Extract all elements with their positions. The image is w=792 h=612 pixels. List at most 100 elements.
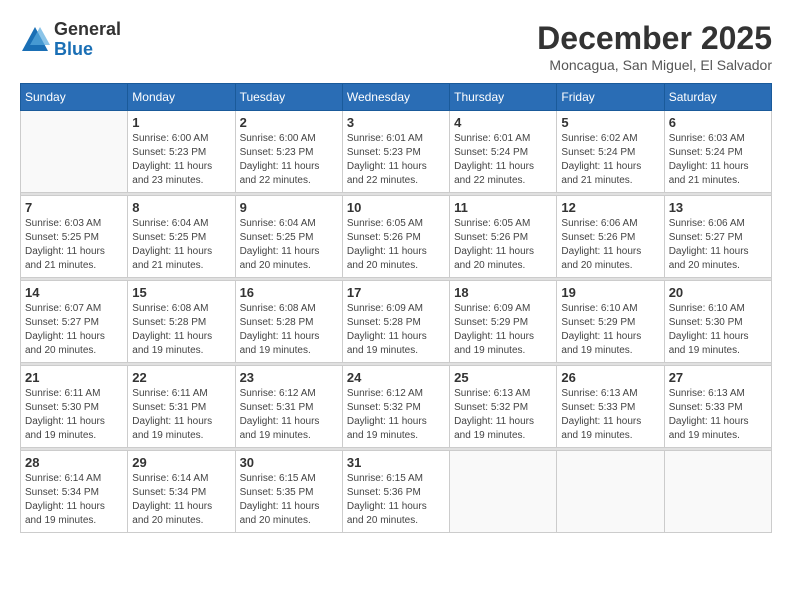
day-info: Sunrise: 6:03 AMSunset: 5:24 PMDaylight:… [669,132,767,188]
header-cell-tuesday: Tuesday [235,84,342,111]
day-cell: 11 Sunrise: 6:05 AMSunset: 5:26 PMDayligh… [450,196,557,278]
day-cell: 26 Sunrise: 6:13 AMSunset: 5:33 PMDayligh… [557,366,664,448]
day-info: Sunrise: 6:09 AMSunset: 5:29 PMDaylight:… [454,302,552,358]
header-cell-thursday: Thursday [450,84,557,111]
day-info: Sunrise: 6:12 AMSunset: 5:32 PMDaylight:… [347,387,445,443]
day-cell: 23 Sunrise: 6:12 AMSunset: 5:31 PMDayligh… [235,366,342,448]
day-number: 9 [240,200,338,215]
day-cell: 9 Sunrise: 6:04 AMSunset: 5:25 PMDaylight… [235,196,342,278]
day-number: 4 [454,115,552,130]
header-cell-monday: Monday [128,84,235,111]
header-cell-saturday: Saturday [664,84,771,111]
week-row-3: 14 Sunrise: 6:07 AMSunset: 5:27 PMDayligh… [21,281,772,363]
day-info: Sunrise: 6:13 AMSunset: 5:32 PMDaylight:… [454,387,552,443]
day-info: Sunrise: 6:01 AMSunset: 5:23 PMDaylight:… [347,132,445,188]
calendar-header: SundayMondayTuesdayWednesdayThursdayFrid… [21,84,772,111]
day-info: Sunrise: 6:02 AMSunset: 5:24 PMDaylight:… [561,132,659,188]
day-cell: 7 Sunrise: 6:03 AMSunset: 5:25 PMDaylight… [21,196,128,278]
logo-icon [20,25,50,55]
day-info: Sunrise: 6:04 AMSunset: 5:25 PMDaylight:… [132,217,230,273]
day-info: Sunrise: 6:07 AMSunset: 5:27 PMDaylight:… [25,302,123,358]
day-cell: 19Sunrise: 6:10 AMSunset: 5:29 PMDayligh… [557,281,664,363]
header-row: SundayMondayTuesdayWednesdayThursdayFrid… [21,84,772,111]
day-info: Sunrise: 6:00 AMSunset: 5:23 PMDaylight:… [240,132,338,188]
day-cell: 10 Sunrise: 6:05 AMSunset: 5:26 PMDayligh… [342,196,449,278]
day-cell: 16 Sunrise: 6:08 AMSunset: 5:28 PMDayligh… [235,281,342,363]
day-cell [450,451,557,533]
day-info: Sunrise: 6:06 AMSunset: 5:27 PMDaylight:… [669,217,767,273]
day-number: 30 [240,455,338,470]
day-cell: 31 Sunrise: 6:15 AMSunset: 5:36 PMDayligh… [342,451,449,533]
day-cell [664,451,771,533]
day-number: 31 [347,455,445,470]
logo-blue: Blue [54,40,121,60]
title-block: December 2025 Moncagua, San Miguel, El S… [537,20,772,73]
week-row-1: 1 Sunrise: 6:00 AMSunset: 5:23 PMDaylight… [21,111,772,193]
logo-text: General Blue [54,20,121,60]
day-cell: 25 Sunrise: 6:13 AMSunset: 5:32 PMDayligh… [450,366,557,448]
logo: General Blue [20,20,121,60]
location: Moncagua, San Miguel, El Salvador [537,57,772,73]
day-number: 20 [669,285,767,300]
day-info: Sunrise: 6:15 AMSunset: 5:36 PMDaylight:… [347,472,445,528]
day-cell: 20Sunrise: 6:10 AMSunset: 5:30 PMDayligh… [664,281,771,363]
day-number: 28 [25,455,123,470]
day-cell: 13 Sunrise: 6:06 AMSunset: 5:27 PMDayligh… [664,196,771,278]
day-cell: 29 Sunrise: 6:14 AMSunset: 5:34 PMDayligh… [128,451,235,533]
day-info: Sunrise: 6:05 AMSunset: 5:26 PMDaylight:… [454,217,552,273]
day-info: Sunrise: 6:09 AMSunset: 5:28 PMDaylight:… [347,302,445,358]
day-info: Sunrise: 6:10 AMSunset: 5:29 PMDaylight:… [561,302,659,358]
day-cell: 28 Sunrise: 6:14 AMSunset: 5:34 PMDayligh… [21,451,128,533]
day-number: 5 [561,115,659,130]
calendar-body: 1 Sunrise: 6:00 AMSunset: 5:23 PMDaylight… [21,111,772,533]
day-cell [557,451,664,533]
day-number: 18 [454,285,552,300]
day-number: 16 [240,285,338,300]
week-row-5: 28 Sunrise: 6:14 AMSunset: 5:34 PMDayligh… [21,451,772,533]
day-info: Sunrise: 6:14 AMSunset: 5:34 PMDaylight:… [132,472,230,528]
day-number: 27 [669,370,767,385]
day-number: 26 [561,370,659,385]
day-cell: 4 Sunrise: 6:01 AMSunset: 5:24 PMDaylight… [450,111,557,193]
header-cell-sunday: Sunday [21,84,128,111]
day-info: Sunrise: 6:03 AMSunset: 5:25 PMDaylight:… [25,217,123,273]
day-cell: 3Sunrise: 6:01 AMSunset: 5:23 PMDaylight… [342,111,449,193]
day-info: Sunrise: 6:05 AMSunset: 5:26 PMDaylight:… [347,217,445,273]
day-cell: 14 Sunrise: 6:07 AMSunset: 5:27 PMDayligh… [21,281,128,363]
day-cell: 22Sunrise: 6:11 AMSunset: 5:31 PMDayligh… [128,366,235,448]
day-number: 29 [132,455,230,470]
calendar: SundayMondayTuesdayWednesdayThursdayFrid… [20,83,772,533]
day-info: Sunrise: 6:08 AMSunset: 5:28 PMDaylight:… [240,302,338,358]
day-number: 10 [347,200,445,215]
day-info: Sunrise: 6:13 AMSunset: 5:33 PMDaylight:… [669,387,767,443]
day-cell: 21Sunrise: 6:11 AMSunset: 5:30 PMDayligh… [21,366,128,448]
week-row-4: 21Sunrise: 6:11 AMSunset: 5:30 PMDayligh… [21,366,772,448]
day-number: 25 [454,370,552,385]
day-number: 14 [25,285,123,300]
day-cell: 24Sunrise: 6:12 AMSunset: 5:32 PMDayligh… [342,366,449,448]
day-info: Sunrise: 6:01 AMSunset: 5:24 PMDaylight:… [454,132,552,188]
day-number: 23 [240,370,338,385]
day-cell: 15Sunrise: 6:08 AMSunset: 5:28 PMDayligh… [128,281,235,363]
day-info: Sunrise: 6:12 AMSunset: 5:31 PMDaylight:… [240,387,338,443]
day-number: 6 [669,115,767,130]
day-info: Sunrise: 6:08 AMSunset: 5:28 PMDaylight:… [132,302,230,358]
day-number: 2 [240,115,338,130]
day-number: 7 [25,200,123,215]
day-cell [21,111,128,193]
day-number: 12 [561,200,659,215]
day-info: Sunrise: 6:04 AMSunset: 5:25 PMDaylight:… [240,217,338,273]
day-cell: 6 Sunrise: 6:03 AMSunset: 5:24 PMDaylight… [664,111,771,193]
day-number: 8 [132,200,230,215]
day-number: 11 [454,200,552,215]
day-number: 1 [132,115,230,130]
day-info: Sunrise: 6:11 AMSunset: 5:30 PMDaylight:… [25,387,123,443]
day-info: Sunrise: 6:13 AMSunset: 5:33 PMDaylight:… [561,387,659,443]
day-info: Sunrise: 6:14 AMSunset: 5:34 PMDaylight:… [25,472,123,528]
day-number: 17 [347,285,445,300]
day-number: 13 [669,200,767,215]
page-header: General Blue December 2025 Moncagua, San… [20,20,772,73]
day-cell: 5 Sunrise: 6:02 AMSunset: 5:24 PMDaylight… [557,111,664,193]
day-cell: 18 Sunrise: 6:09 AMSunset: 5:29 PMDayligh… [450,281,557,363]
week-row-2: 7 Sunrise: 6:03 AMSunset: 5:25 PMDaylight… [21,196,772,278]
